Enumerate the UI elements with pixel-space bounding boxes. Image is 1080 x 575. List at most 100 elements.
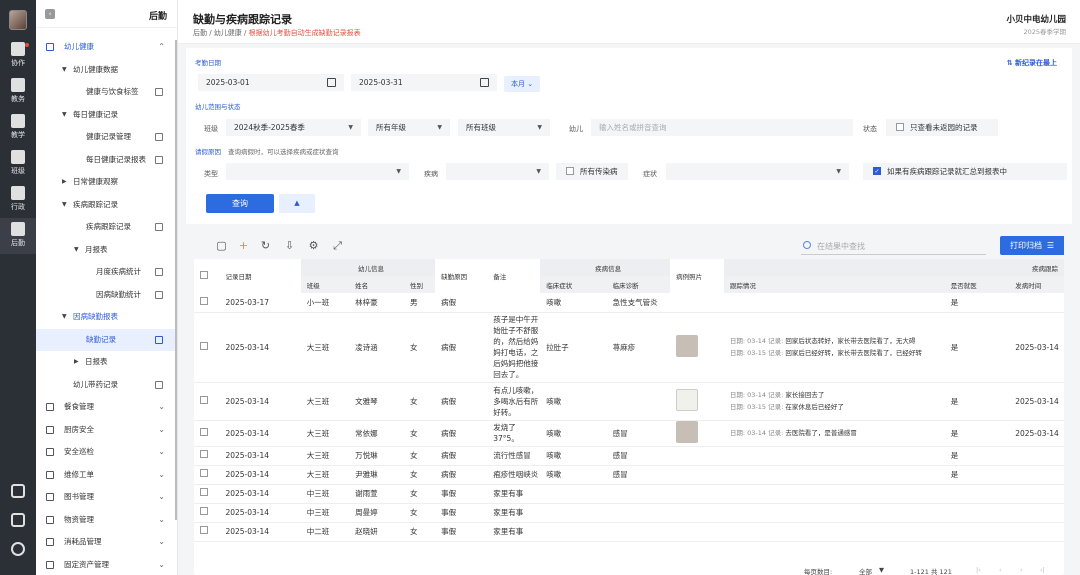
sidebar-item-books[interactable]: 图书管理 ⌄ xyxy=(36,486,177,509)
sidebar-item-health-data[interactable]: ▼ 幼儿健康数据 xyxy=(36,59,177,82)
rail-item-admin[interactable]: 行政 xyxy=(0,182,36,218)
row-checkbox[interactable] xyxy=(200,296,208,305)
cell-name[interactable]: 林梓豪 xyxy=(349,293,405,313)
add-icon[interactable]: + xyxy=(238,240,249,251)
table-row[interactable]: 2025-03-14 大三班 常依娜女病假 发烧了37°5。 咳嗽 感冒 日期: 03-14… xyxy=(194,420,1064,447)
row-checkbox[interactable] xyxy=(200,341,208,350)
end-date-field[interactable]: 2025-03-31 xyxy=(351,74,497,91)
breadcrumb-item[interactable]: 幼儿健康 xyxy=(214,29,242,37)
class-select[interactable]: 所有班级 ▼ xyxy=(458,119,550,136)
type-select[interactable]: ▼ xyxy=(226,163,409,180)
calendar-icon[interactable] xyxy=(327,78,336,87)
status-checkbox[interactable] xyxy=(896,123,904,131)
caret-down-icon[interactable]: ▼ xyxy=(879,566,884,574)
new-on-top-toggle[interactable]: ⇅ 新纪录在最上 xyxy=(1007,58,1057,68)
next-page-icon[interactable]: › xyxy=(1020,566,1023,574)
start-date-field[interactable]: 2025-03-01 xyxy=(198,74,344,91)
col-returned[interactable]: 是否就医 xyxy=(944,276,1010,293)
sidebar-item-observation[interactable]: ▶ 日常健康观察 xyxy=(36,171,177,194)
table-row[interactable]: 2025-03-14 大三班 尹雅琳女病假 疱疹性咽峡炎 咳嗽 感冒 是 xyxy=(194,465,1064,485)
cell-name[interactable]: 凌诗涵 xyxy=(349,312,405,383)
row-checkbox[interactable] xyxy=(200,427,208,436)
expand-icon[interactable]: ⤢ xyxy=(332,240,343,251)
symptom-select[interactable]: ▼ xyxy=(666,163,849,180)
sidebar-item-kitchen[interactable]: 厨房安全 ⌄ xyxy=(36,419,177,442)
this-month-select[interactable]: 本月 ⌄ xyxy=(504,76,541,92)
rail-item-class[interactable]: 班级 xyxy=(0,146,36,182)
cell-name[interactable]: 赵晓妍 xyxy=(349,522,405,542)
prev-page-icon[interactable]: ‹ xyxy=(999,566,1002,574)
query-button[interactable]: 查询 xyxy=(206,194,274,213)
sidebar-item-supplies[interactable]: 物资管理 ⌄ xyxy=(36,509,177,532)
rail-item-collab[interactable]: 协作 xyxy=(0,38,36,74)
table-row[interactable]: 2025-03-14 中三班 周曼婷女事假 家里有事 xyxy=(194,503,1064,523)
row-checkbox[interactable] xyxy=(200,450,208,458)
row-checkbox[interactable] xyxy=(200,469,208,477)
col-diagnosis[interactable]: 临床诊断 xyxy=(606,276,671,293)
sidebar-item-health-records[interactable]: 健康记录管理 xyxy=(36,126,177,149)
sidebar-item-disease-records[interactable]: 疾病跟踪记录 xyxy=(36,216,177,239)
disease-select[interactable]: ▼ xyxy=(446,163,549,180)
infectious-filter[interactable]: 所有传染病 xyxy=(556,163,628,180)
dashboard-icon[interactable] xyxy=(11,484,25,498)
settings-icon[interactable]: ⚙ xyxy=(308,240,319,251)
print-archive-button[interactable]: 打印归档 ☰ xyxy=(1000,236,1064,255)
col-symptom[interactable]: 临床症状 xyxy=(540,276,607,293)
gear-icon[interactable] xyxy=(11,542,25,556)
sidebar-item-repair[interactable]: 维修工单 ⌄ xyxy=(36,464,177,487)
term-select[interactable]: 2024秋季-2025春季 ▼ xyxy=(226,119,361,136)
calendar-icon[interactable] xyxy=(480,78,489,87)
cell-name[interactable]: 周曼婷 xyxy=(349,503,405,523)
case-photo-thumbnail[interactable] xyxy=(676,420,699,443)
col-onset[interactable]: 发病时间 xyxy=(1009,276,1064,293)
help-icon[interactable] xyxy=(11,513,25,527)
table-row[interactable]: 2025-03-14 大三班 凌诗涵女病假 孩子是中午开始肚子不舒服的，然后给妈妈打电… xyxy=(194,312,1064,383)
sidebar-scrollbar[interactable] xyxy=(175,40,177,520)
breadcrumb-item[interactable]: 后勤 xyxy=(193,29,207,37)
cell-name[interactable]: 尹雅琳 xyxy=(349,465,405,485)
per-page-select[interactable]: 全部 xyxy=(859,566,872,575)
sidebar-item-medicine[interactable]: 幼儿带药记录 xyxy=(36,374,177,397)
row-checkbox[interactable] xyxy=(200,507,208,515)
row-checkbox[interactable] xyxy=(200,395,208,404)
infectious-checkbox[interactable] xyxy=(566,167,574,175)
status-filter[interactable]: 只查看未返园的记录 xyxy=(886,119,998,136)
rail-item-logistics[interactable]: 后勤 xyxy=(0,218,36,254)
user-avatar[interactable] xyxy=(9,10,27,30)
row-checkbox[interactable] xyxy=(200,488,208,496)
col-gender[interactable]: 性别 xyxy=(404,276,436,293)
collapse-filter-button[interactable]: ▲ xyxy=(279,194,315,213)
table-row[interactable]: 2025-03-17 小一班 林梓豪男病假 咳嗽 急性支气管炎 是 xyxy=(194,293,1064,313)
sidebar-item-sick-absence-report[interactable]: ▼ 因病缺勤报表 xyxy=(36,306,177,329)
first-page-icon[interactable]: |‹ xyxy=(976,566,981,574)
sidebar-item-consumables[interactable]: 消耗品管理 ⌄ xyxy=(36,531,177,554)
sidebar-item-disease-tracking[interactable]: ▼ 疾病跟踪记录 xyxy=(36,194,177,217)
sidebar-item-monthly[interactable]: ▼ 月报表 xyxy=(36,239,177,262)
table-row[interactable]: 2025-03-14 大三班 文雅琴女病假 有点儿咳嗽，多喝水后有所好转。 咳嗽 日期: … xyxy=(194,382,1064,421)
summary-checkbox[interactable]: ✓ xyxy=(873,167,881,175)
grade-select[interactable]: 所有年级 ▼ xyxy=(368,119,450,136)
cell-name[interactable]: 文雅琴 xyxy=(349,382,405,421)
table-row[interactable]: 2025-03-14 大三班 万悦琳女病假 流行性感冒 咳嗽 感冒 是 xyxy=(194,446,1064,466)
sidebar-item-diet-tags[interactable]: 健康与饮食标签 xyxy=(36,81,177,104)
sidebar-item-daily-report[interactable]: ▶ 日报表 xyxy=(36,351,177,374)
child-search-input[interactable]: 输入姓名或拼音查询 xyxy=(591,119,853,136)
summary-option[interactable]: ✓ 如果有疾病跟踪记录就汇总到报表中 xyxy=(863,163,1067,180)
col-class[interactable]: 班级 xyxy=(300,276,350,293)
sidebar-item-child-health[interactable]: 幼儿健康 ⌃ xyxy=(36,36,177,59)
table-row[interactable]: 2025-03-14 中二班 赵晓妍女事假 家里有事 xyxy=(194,522,1064,542)
col-reason[interactable]: 缺勤原因 xyxy=(435,259,488,293)
sidebar-item-assets[interactable]: 固定资产管理 ⌄ xyxy=(36,554,177,575)
sidebar-item-meals[interactable]: 餐食管理 ⌄ xyxy=(36,396,177,419)
col-followup[interactable]: 跟踪情况 xyxy=(723,276,945,293)
select-all-checkbox[interactable] xyxy=(200,271,208,279)
sidebar-item-safety[interactable]: 安全巡检 ⌄ xyxy=(36,441,177,464)
collapse-sidebar-icon[interactable]: ‹ xyxy=(45,9,55,19)
col-name[interactable]: 姓名 xyxy=(349,276,405,293)
table-search-input[interactable]: 在结果中查找 xyxy=(801,239,986,255)
sidebar-item-absence-records[interactable]: 缺勤记录 xyxy=(36,328,177,351)
cell-name[interactable]: 常依娜 xyxy=(349,420,405,447)
refresh-icon[interactable]: ↻ xyxy=(260,240,271,251)
sidebar-item-health-report[interactable]: 每日健康记录报表 xyxy=(36,149,177,172)
cell-name[interactable]: 万悦琳 xyxy=(349,446,405,466)
